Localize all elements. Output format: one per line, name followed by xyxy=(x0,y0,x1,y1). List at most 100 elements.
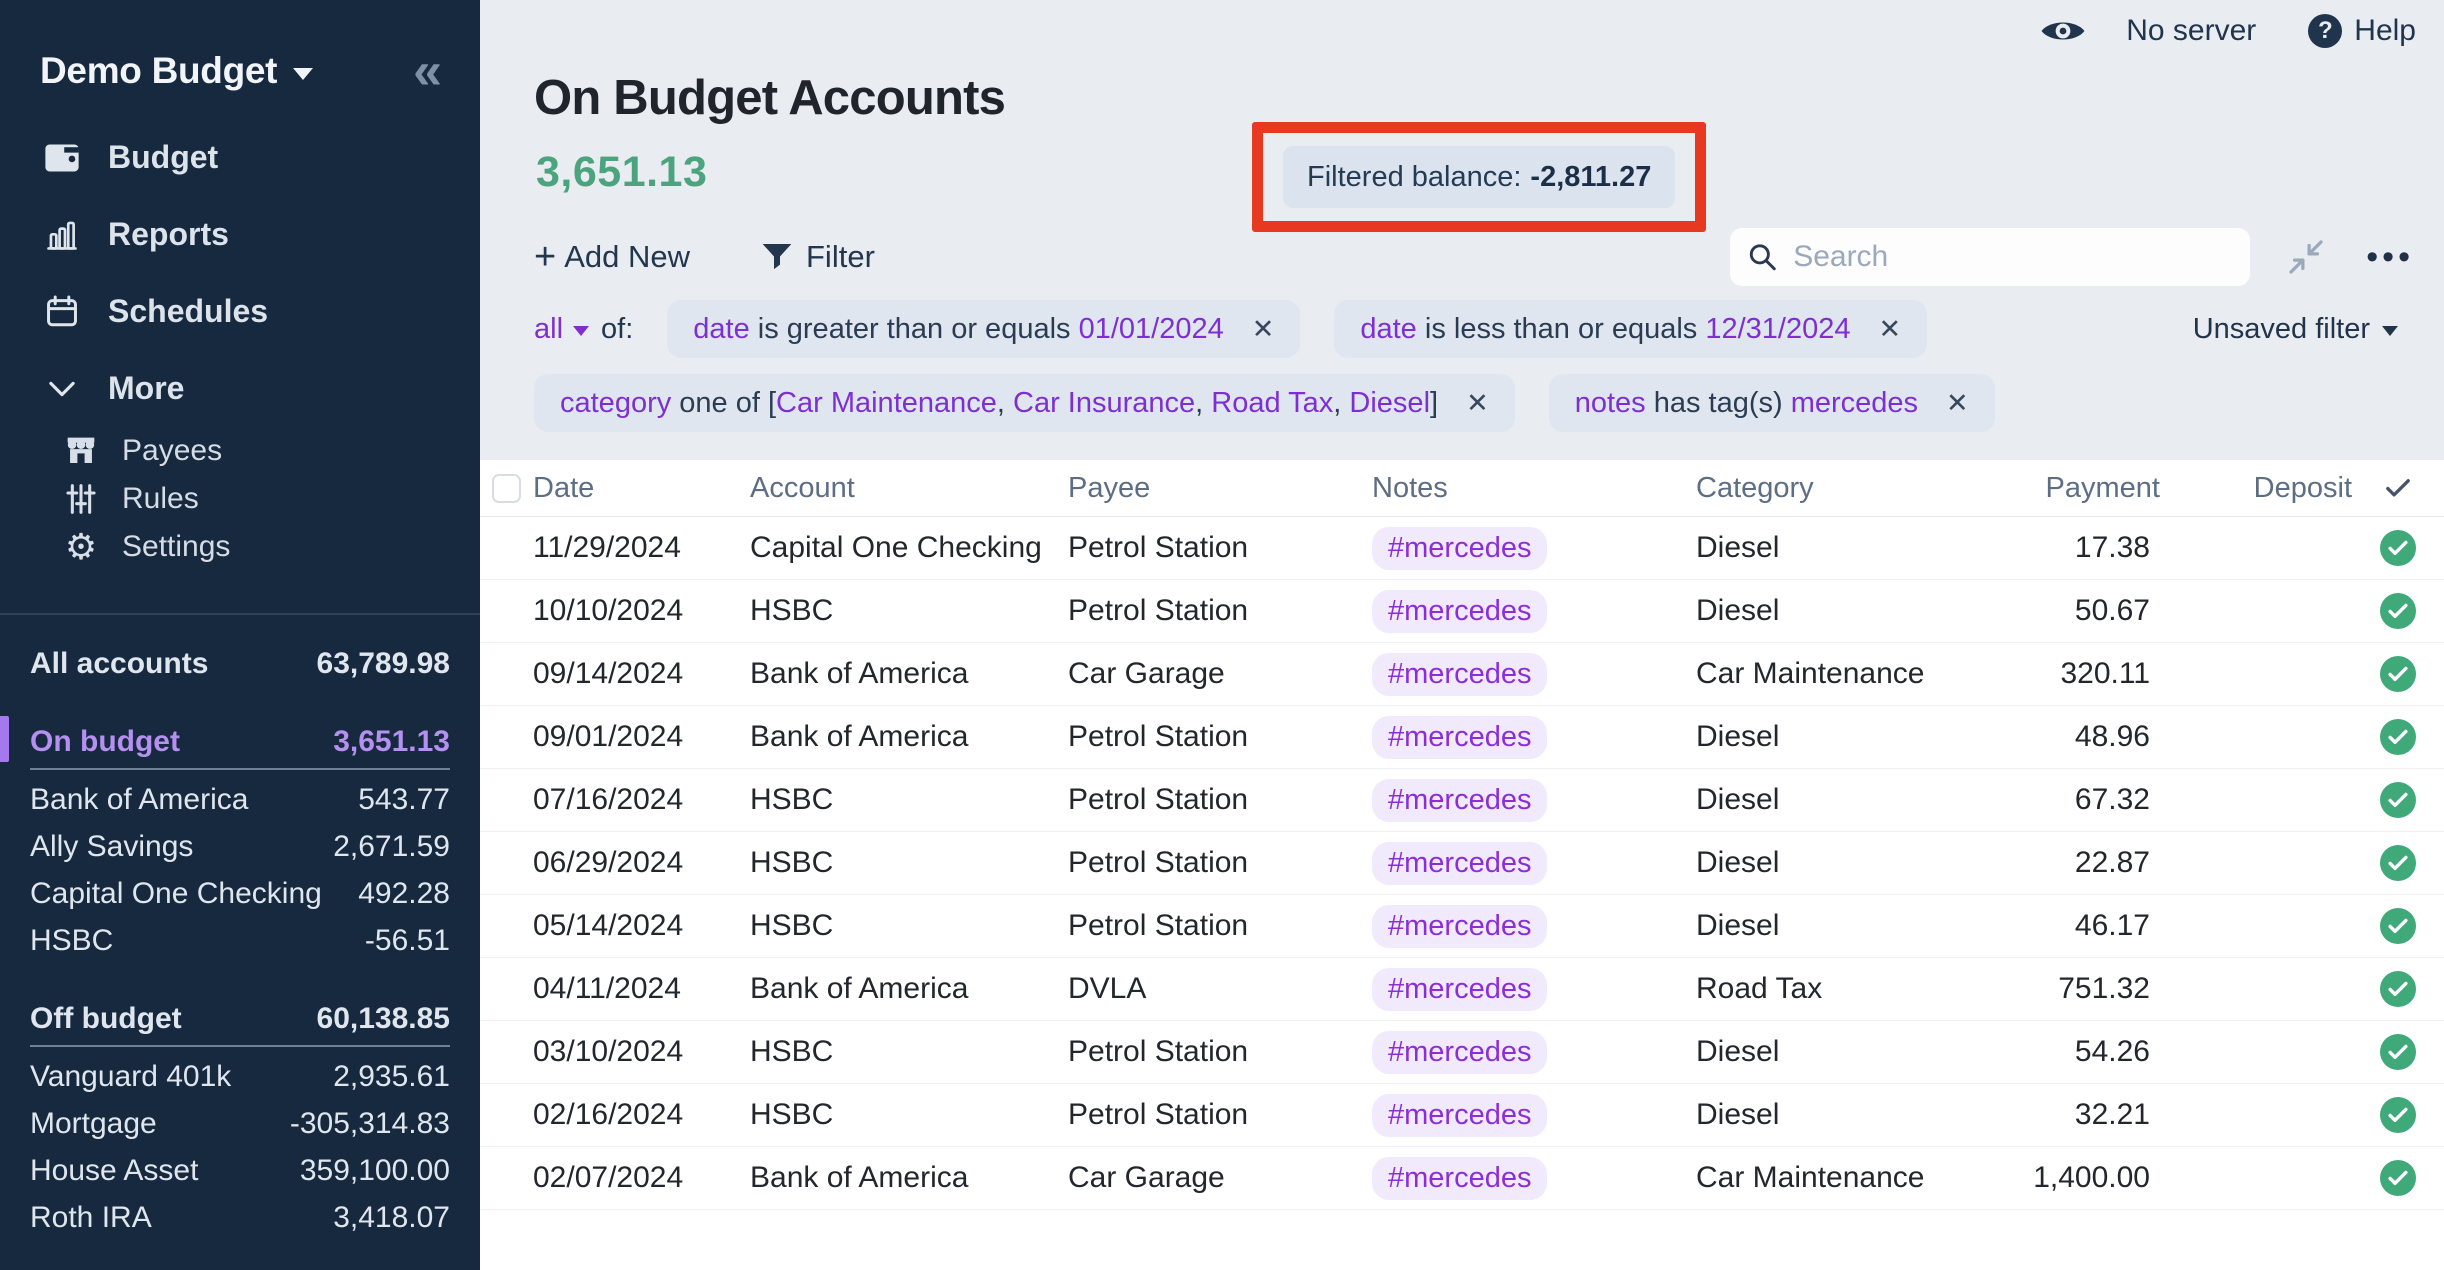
cleared-check-icon[interactable] xyxy=(2380,530,2416,566)
cell-notes: #mercedes xyxy=(1372,1094,1696,1137)
filter-value: mercedes xyxy=(1791,387,1918,420)
cleared-check-icon[interactable] xyxy=(2380,593,2416,629)
sidebar-item-all-accounts[interactable]: All accounts63,789.98 xyxy=(30,640,450,687)
account-balance[interactable]: 3,651.13 xyxy=(536,148,707,197)
remove-filter-button[interactable]: ✕ xyxy=(1466,388,1489,419)
collapse-sidebar-button[interactable]: « xyxy=(413,51,442,91)
table-row[interactable]: 11/29/2024Capital One CheckingPetrol Sta… xyxy=(480,517,2444,580)
account-name: House Asset xyxy=(30,1154,198,1188)
search-box[interactable] xyxy=(1730,228,2250,286)
cell-category: Diesel xyxy=(1696,531,1960,565)
sidebar-item-account[interactable]: Roth IRA3,418.07 xyxy=(30,1194,450,1241)
sidebar-item-account[interactable]: Ally Savings2,671.59 xyxy=(30,823,450,870)
cell-cleared xyxy=(2352,1097,2444,1133)
account-balance: 2,935.61 xyxy=(333,1060,450,1094)
remove-filter-button[interactable]: ✕ xyxy=(1879,314,1902,345)
table-row[interactable]: 07/16/2024HSBCPetrol Station#mercedesDie… xyxy=(480,769,2444,832)
privacy-eye-button[interactable] xyxy=(2040,15,2086,47)
filtered-balance-value: -2,811.27 xyxy=(1530,161,1651,194)
cell-account: Bank of America xyxy=(750,1161,1068,1195)
cell-account: Bank of America xyxy=(750,720,1068,754)
cell-category: Diesel xyxy=(1696,846,1960,880)
search-input[interactable] xyxy=(1791,239,2232,275)
cell-date: 03/10/2024 xyxy=(533,1035,750,1069)
cell-category: Diesel xyxy=(1696,594,1960,628)
cleared-check-icon[interactable] xyxy=(2380,1034,2416,1070)
funnel-icon xyxy=(762,243,792,271)
sidebar-item-budget[interactable]: Budget xyxy=(0,119,480,196)
filter-row-1: all of: date is greater than or equals 0… xyxy=(534,300,2398,358)
chevron-down-icon xyxy=(40,381,84,397)
sidebar-item-schedules[interactable]: Schedules xyxy=(0,273,480,350)
sidebar-item-account[interactable]: Mortgage-305,314.83 xyxy=(30,1100,450,1147)
eye-icon xyxy=(2040,15,2086,47)
bracket-close: ] xyxy=(1430,387,1438,420)
cell-date: 04/11/2024 xyxy=(533,972,750,1006)
cleared-check-icon[interactable] xyxy=(2380,1160,2416,1196)
main-content: No server ? Help On Budget Accounts 3,65… xyxy=(480,0,2444,1270)
table-row[interactable]: 03/10/2024HSBCPetrol Station#mercedesDie… xyxy=(480,1021,2444,1084)
column-header-payee[interactable]: Payee xyxy=(1068,472,1372,505)
filter-button[interactable]: Filter xyxy=(762,239,875,275)
column-header-cleared[interactable] xyxy=(2352,477,2444,499)
cleared-check-icon[interactable] xyxy=(2380,845,2416,881)
cleared-check-icon[interactable] xyxy=(2380,656,2416,692)
table-row[interactable]: 02/07/2024Bank of AmericaCar Garage#merc… xyxy=(480,1147,2444,1210)
sidebar-item-payees[interactable]: Payees xyxy=(0,427,480,475)
search-icon xyxy=(1748,241,1777,273)
cleared-check-icon[interactable] xyxy=(2380,719,2416,755)
cleared-check-icon[interactable] xyxy=(2380,908,2416,944)
sidebar-item-account[interactable]: House Asset359,100.00 xyxy=(30,1147,450,1194)
table-row[interactable]: 02/16/2024HSBCPetrol Station#mercedesDie… xyxy=(480,1084,2444,1147)
collapse-rows-button[interactable] xyxy=(2286,237,2326,277)
sidebar-item-off-budget[interactable]: Off budget60,138.85 xyxy=(30,993,450,1047)
sidebar-item-reports[interactable]: Reports xyxy=(0,196,480,273)
cleared-check-icon[interactable] xyxy=(2380,1097,2416,1133)
add-new-button[interactable]: + Add New xyxy=(534,239,690,275)
column-header-date[interactable]: Date xyxy=(533,472,750,505)
sidebar-item-account[interactable]: HSBC-56.51 xyxy=(30,917,450,964)
sidebar-item-on-budget[interactable]: On budget3,651.13 xyxy=(30,716,450,770)
remove-filter-button[interactable]: ✕ xyxy=(1252,314,1275,345)
table-row[interactable]: 06/29/2024HSBCPetrol Station#mercedesDie… xyxy=(480,832,2444,895)
filter-op: is greater than or equals xyxy=(750,313,1079,346)
cleared-check-icon[interactable] xyxy=(2380,971,2416,1007)
table-row[interactable]: 09/01/2024Bank of AmericaPetrol Station#… xyxy=(480,706,2444,769)
server-status-button[interactable]: No server xyxy=(2126,14,2256,48)
column-header-account[interactable]: Account xyxy=(750,472,1068,505)
filter-op: has tag(s) xyxy=(1646,387,1791,420)
column-header-category[interactable]: Category xyxy=(1696,472,1960,505)
filter-match-dropdown[interactable]: all xyxy=(534,313,589,346)
account-balance: 543.77 xyxy=(358,783,450,817)
filter-condition-chip: category one of [Car Maintenance, Car In… xyxy=(534,374,1515,432)
cell-cleared xyxy=(2352,971,2444,1007)
budget-file-switcher[interactable]: Demo Budget « xyxy=(0,0,480,98)
sidebar-item-account[interactable]: Capital One Checking492.28 xyxy=(30,870,450,917)
filter-of-label: of: xyxy=(601,313,633,346)
filtered-balance-pill: Filtered balance: -2,811.27 xyxy=(1283,146,1675,208)
cell-payment: 751.32 xyxy=(1960,972,2160,1006)
sidebar-item-rules[interactable]: Rules xyxy=(0,475,480,523)
sidebar-item-more[interactable]: More xyxy=(0,350,480,427)
column-header-payment[interactable]: Payment xyxy=(1960,472,2160,505)
table-row[interactable]: 05/14/2024HSBCPetrol Station#mercedesDie… xyxy=(480,895,2444,958)
note-tag: #mercedes xyxy=(1372,842,1547,885)
column-header-deposit[interactable]: Deposit xyxy=(2160,472,2352,505)
cell-payee: DVLA xyxy=(1068,972,1372,1006)
cell-payment: 17.38 xyxy=(1960,531,2160,565)
table-row[interactable]: 10/10/2024HSBCPetrol Station#mercedesDie… xyxy=(480,580,2444,643)
sidebar-item-account[interactable]: Bank of America543.77 xyxy=(30,776,450,823)
sidebar-item-settings[interactable]: ⚙Settings xyxy=(0,523,480,571)
table-row[interactable]: 09/14/2024Bank of AmericaCar Garage#merc… xyxy=(480,643,2444,706)
help-button[interactable]: ? Help xyxy=(2308,14,2416,48)
applied-filters: all of: date is greater than or equals 0… xyxy=(534,300,2398,432)
sidebar-item-account[interactable]: Vanguard 401k2,935.61 xyxy=(30,1053,450,1100)
table-row[interactable]: 04/11/2024Bank of AmericaDVLA#mercedesRo… xyxy=(480,958,2444,1021)
select-all-checkbox[interactable] xyxy=(492,474,521,503)
column-header-notes[interactable]: Notes xyxy=(1372,472,1696,505)
unsaved-filter-dropdown[interactable]: Unsaved filter xyxy=(2193,313,2398,346)
remove-filter-button[interactable]: ✕ xyxy=(1946,388,1969,419)
more-options-button[interactable]: ••• xyxy=(2366,247,2414,267)
account-group-label: Off budget xyxy=(30,1002,182,1036)
cleared-check-icon[interactable] xyxy=(2380,782,2416,818)
